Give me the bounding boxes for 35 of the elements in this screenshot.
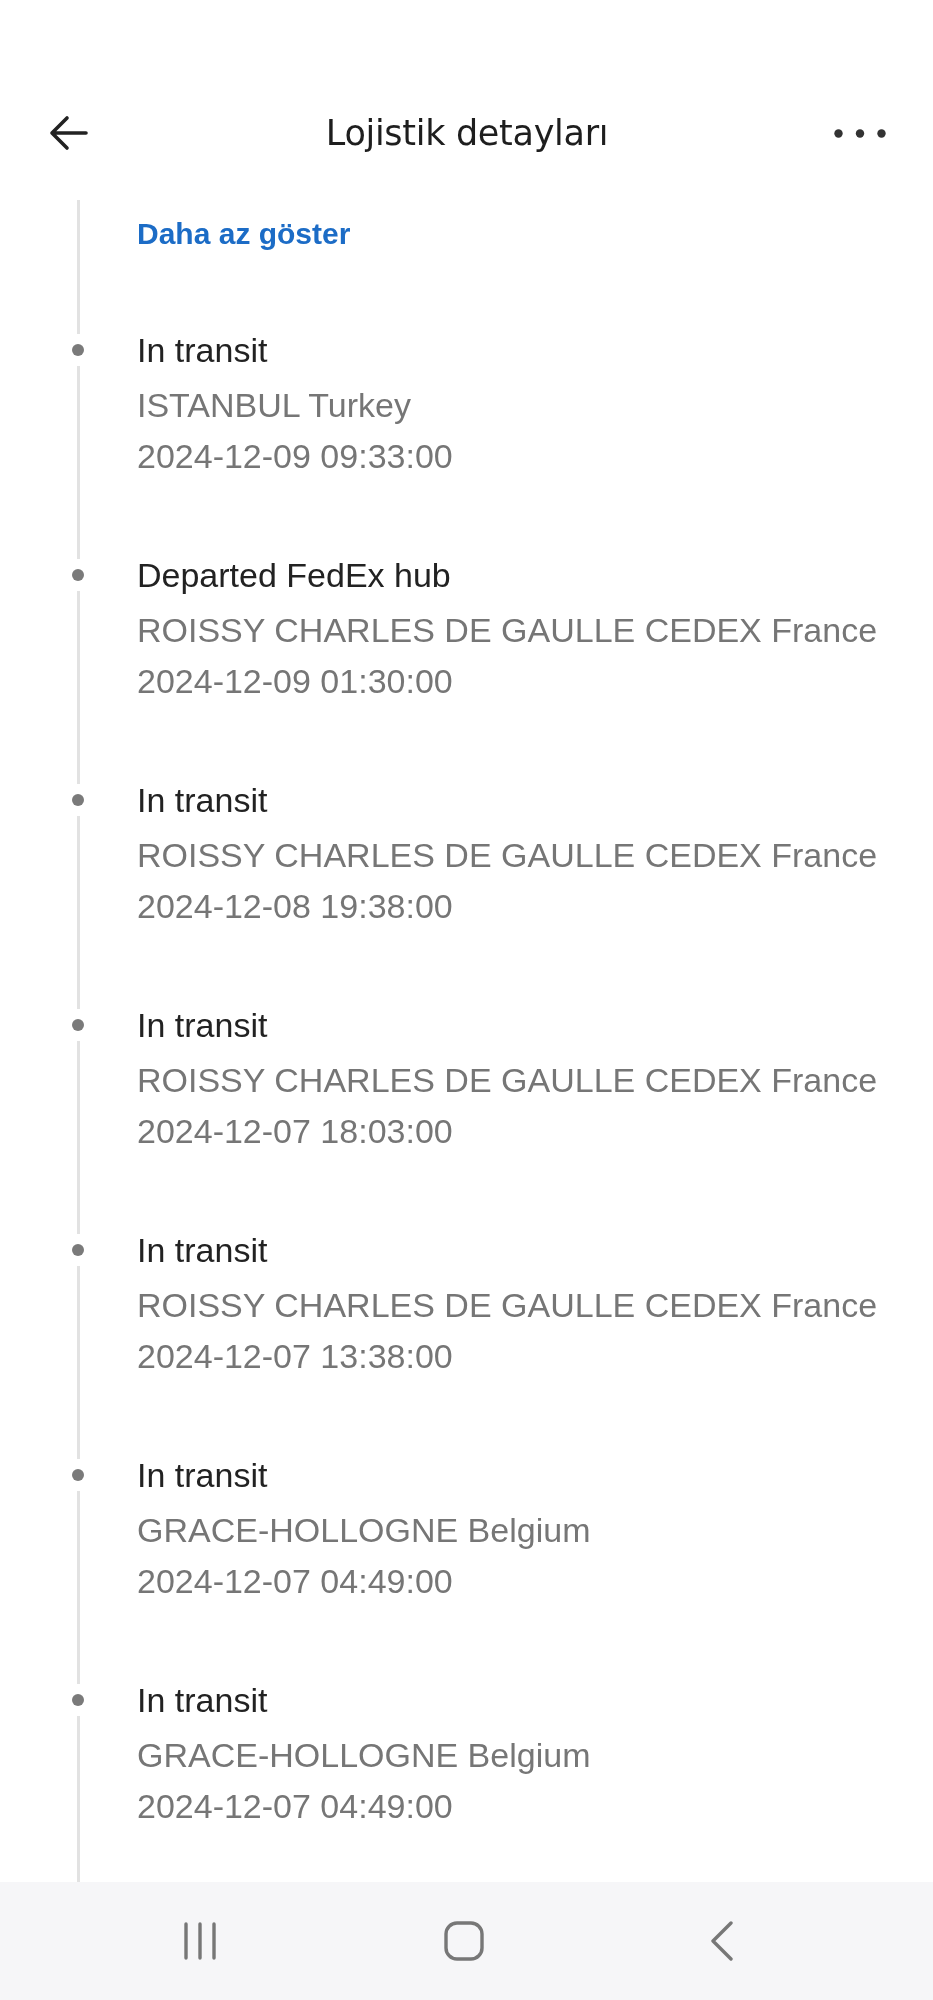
timestamp-text: 2024-12-07 04:49:00 xyxy=(137,1561,454,1602)
timestamp-text: 2024-12-07 13:38:00 xyxy=(137,1336,454,1377)
show-less-link[interactable]: Daha az göster xyxy=(137,214,351,254)
timeline-dot-icon xyxy=(72,1244,84,1256)
timeline-dot-icon xyxy=(72,344,84,356)
timeline-dot-icon xyxy=(72,1694,84,1706)
recent-apps-icon[interactable] xyxy=(183,1922,217,1960)
timestamp-text: 2024-12-07 18:03:00 xyxy=(137,1111,454,1152)
location-text: ISTANBUL Turkey xyxy=(137,385,412,426)
location-text: ROISSY CHARLES DE GAULLE CEDEX France xyxy=(137,610,878,651)
more-options-icon[interactable] xyxy=(834,128,886,138)
location-text: ROISSY CHARLES DE GAULLE CEDEX France xyxy=(137,835,878,876)
timestamp-text: 2024-12-09 01:30:00 xyxy=(137,661,454,702)
location-text: GRACE-HOLLOGNE Belgium xyxy=(137,1510,591,1551)
status-text: In transit xyxy=(137,330,269,371)
page-title: Lojistik detayları xyxy=(325,113,609,153)
status-text: In transit xyxy=(137,1230,269,1271)
back-chevron-icon[interactable] xyxy=(710,1921,734,1961)
back-arrow-icon[interactable] xyxy=(48,115,88,151)
timeline-dot-icon xyxy=(72,794,84,806)
timestamp-text: 2024-12-09 09:33:00 xyxy=(137,436,453,477)
timestamp-text: 2024-12-07 04:49:00 xyxy=(137,1786,454,1827)
timeline-dot-icon xyxy=(72,1019,84,1031)
location-text: ROISSY CHARLES DE GAULLE CEDEX France xyxy=(137,1285,878,1326)
status-text: In transit xyxy=(137,780,269,821)
location-text: GRACE-HOLLOGNE Belgium xyxy=(137,1735,591,1776)
status-text: In transit xyxy=(137,1455,269,1496)
timeline-dot-icon xyxy=(72,569,84,581)
status-text: Departed FedEx hub xyxy=(137,555,452,596)
timeline-dot-icon xyxy=(72,1469,84,1481)
status-text: In transit xyxy=(137,1005,269,1046)
home-icon[interactable] xyxy=(443,1921,484,1961)
status-text: In transit xyxy=(137,1680,269,1721)
timestamp-text: 2024-12-08 19:38:00 xyxy=(137,886,454,927)
location-text: ROISSY CHARLES DE GAULLE CEDEX France xyxy=(137,1060,878,1101)
